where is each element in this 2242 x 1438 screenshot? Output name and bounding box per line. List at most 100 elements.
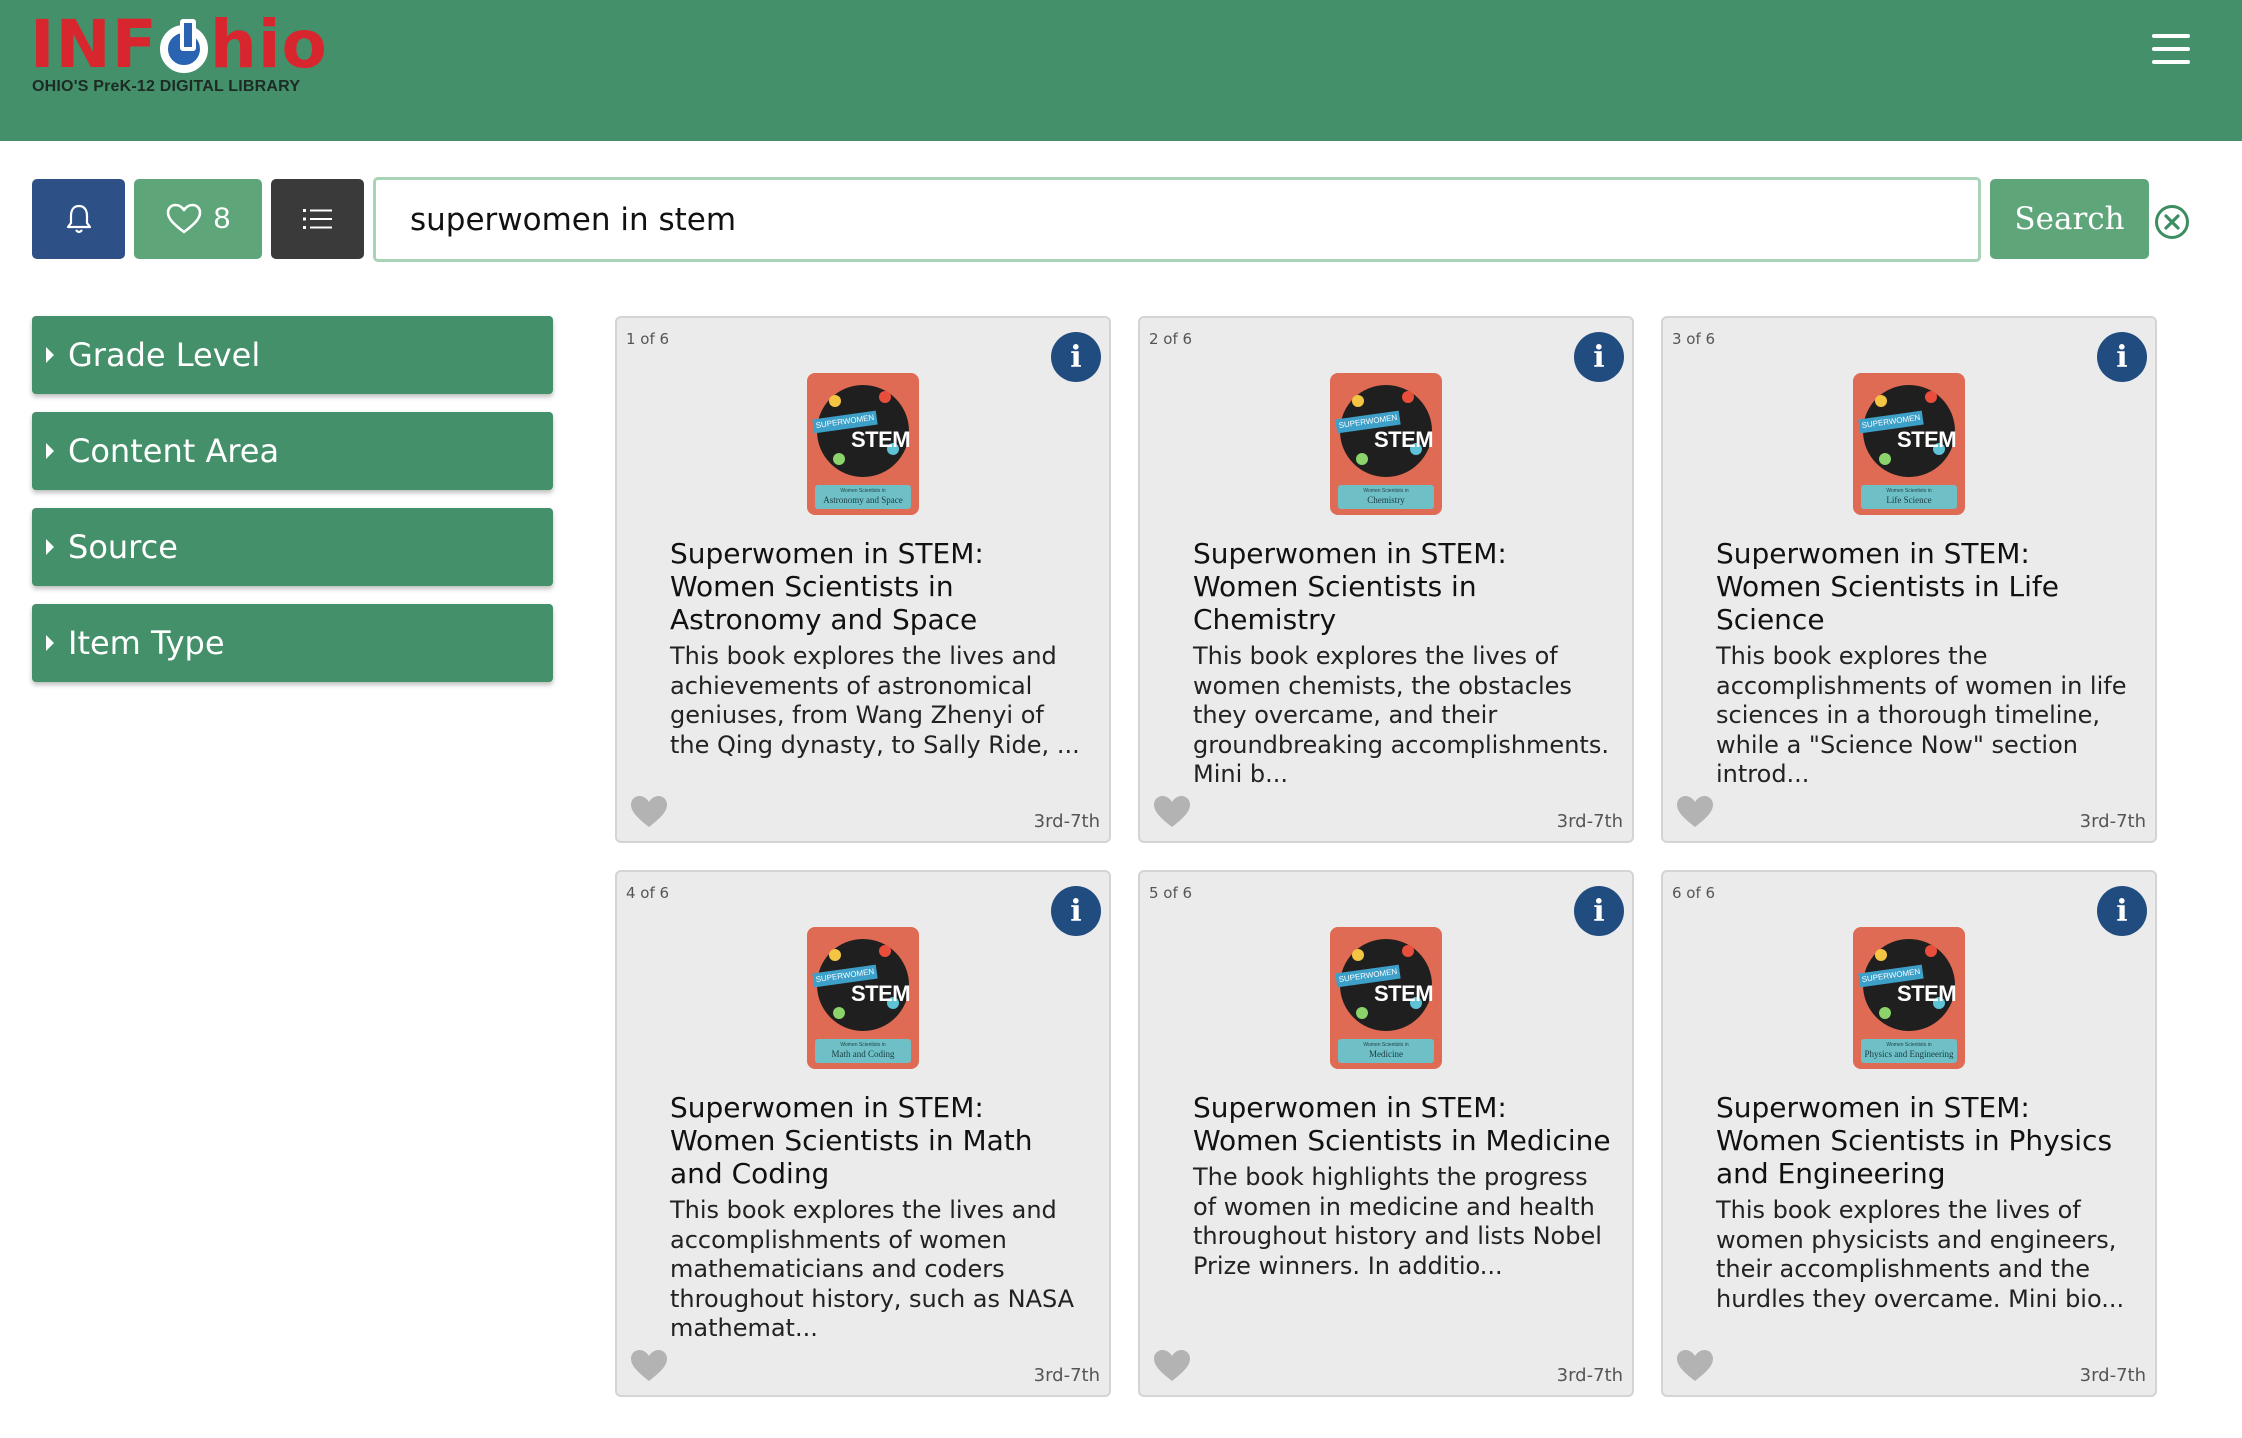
grade-range: 3rd-7th: [1033, 1365, 1100, 1386]
cover-topic: Physics and Engineering: [1864, 1049, 1954, 1059]
bell-icon: [66, 204, 91, 234]
result-description: This book explores the lives and accompl…: [670, 1196, 1075, 1342]
result-card: 4 of 6 i SUPERWOMEN STEM Women Scientist…: [615, 870, 1111, 1397]
favorite-button[interactable]: [1152, 794, 1192, 830]
caret-right-icon: [46, 347, 54, 363]
heart-icon: [631, 1350, 667, 1381]
cover-stem-text: STEM: [851, 981, 911, 1006]
heart-icon: [1677, 796, 1713, 827]
cover-subtitle: Women Scientists in: [1886, 1042, 1932, 1048]
cover-topic: Math and Coding: [831, 1049, 895, 1059]
result-description: This book explores the lives of women ch…: [1193, 642, 1609, 788]
caret-right-icon: [46, 539, 54, 555]
favorite-button[interactable]: [1675, 794, 1715, 830]
result-description: This book explores the lives of women ph…: [1716, 1196, 2125, 1313]
book-cover[interactable]: SUPERWOMEN STEM Women Scientists in Medi…: [1330, 927, 1442, 1069]
favorite-button[interactable]: [1152, 1348, 1192, 1384]
result-position: 2 of 6: [1149, 330, 1193, 348]
cover-topic: Medicine: [1369, 1049, 1403, 1059]
result-description: The book highlights the progress of wome…: [1193, 1163, 1602, 1280]
favorite-button[interactable]: [629, 1348, 669, 1384]
facet-content-area[interactable]: Content Area: [32, 412, 553, 490]
result-title[interactable]: Superwomen in STEM: Women Scientists in …: [670, 537, 1090, 636]
grade-range: 3rd-7th: [1556, 1365, 1623, 1386]
info-icon[interactable]: i: [1574, 886, 1624, 936]
facet-source[interactable]: Source: [32, 508, 553, 586]
heart-icon: [1154, 796, 1190, 827]
facet-item-type[interactable]: Item Type: [32, 604, 553, 682]
infohio-logo[interactable]: INF hio OHIO'S PreK-12 DIGITAL LIBRARY: [30, 6, 330, 96]
logo-tagline: OHIO'S PreK-12 DIGITAL LIBRARY: [32, 78, 301, 95]
book-cover[interactable]: SUPERWOMEN STEM Women Scientists in Phys…: [1853, 927, 1965, 1069]
result-position: 3 of 6: [1672, 330, 1716, 348]
cover-stem-text: STEM: [1897, 427, 1957, 452]
book-cover[interactable]: SUPERWOMEN STEM Women Scientists in Chem…: [1330, 373, 1442, 515]
caret-right-icon: [46, 635, 54, 651]
info-icon[interactable]: i: [2097, 886, 2147, 936]
cover-stem-text: STEM: [851, 427, 911, 452]
grade-range: 3rd-7th: [2079, 1365, 2146, 1386]
site-header: INF hio OHIO'S PreK-12 DIGITAL LIBRARY: [0, 0, 2242, 141]
book-cover[interactable]: SUPERWOMEN STEM Women Scientists in Math…: [807, 927, 919, 1069]
result-position: 1 of 6: [626, 330, 670, 348]
hamburger-icon[interactable]: [2152, 34, 2192, 66]
result-card: 1 of 6 i SUPERWOMEN STEM Women Scientist…: [615, 316, 1111, 843]
cover-subtitle: Women Scientists in: [1363, 488, 1409, 494]
cover-topic: Chemistry: [1367, 495, 1405, 505]
result-title[interactable]: Superwomen in STEM: Women Scientists in …: [1716, 1091, 2136, 1190]
clear-search-button[interactable]: [2154, 204, 2190, 240]
result-title[interactable]: Superwomen in STEM: Women Scientists in …: [1193, 537, 1613, 636]
facet-label: Grade Level: [68, 336, 261, 374]
cover-stem-text: STEM: [1374, 981, 1434, 1006]
result-description: This book explores the accomplishments o…: [1716, 642, 2127, 788]
favorites-button[interactable]: 8: [134, 179, 262, 259]
grade-range: 3rd-7th: [1556, 811, 1623, 832]
heart-outline-icon: [166, 203, 201, 234]
facet-label: Content Area: [68, 432, 280, 470]
cover-subtitle: Women Scientists in: [1886, 488, 1932, 494]
heart-icon: [631, 796, 667, 827]
search-input[interactable]: [373, 177, 1981, 262]
book-cover[interactable]: SUPERWOMEN STEM Women Scientists in Life…: [1853, 373, 1965, 515]
facet-grade-level[interactable]: Grade Level: [32, 316, 553, 394]
favorites-count: 8: [213, 202, 231, 235]
result-card: 2 of 6 i SUPERWOMEN STEM Women Scientist…: [1138, 316, 1634, 843]
favorite-button[interactable]: [1675, 1348, 1715, 1384]
info-icon[interactable]: i: [2097, 332, 2147, 382]
result-position: 6 of 6: [1672, 884, 1716, 902]
heart-icon: [1154, 1350, 1190, 1381]
cover-subtitle: Women Scientists in: [840, 1042, 886, 1048]
cover-topic: Life Science: [1886, 495, 1932, 505]
power-icon: [159, 19, 208, 73]
cover-subtitle: Women Scientists in: [840, 488, 886, 494]
info-icon[interactable]: i: [1051, 332, 1101, 382]
cover-subtitle: Women Scientists in: [1363, 1042, 1409, 1048]
result-title[interactable]: Superwomen in STEM: Women Scientists in …: [1716, 537, 2136, 636]
info-icon[interactable]: i: [1051, 886, 1101, 936]
result-title[interactable]: Superwomen in STEM: Women Scientists in …: [670, 1091, 1090, 1190]
result-description: This book explores the lives and achieve…: [670, 642, 1080, 759]
logo-wordmark: INF hio: [30, 6, 328, 83]
cover-topic: Astronomy and Space: [823, 495, 903, 505]
heart-icon: [1677, 1350, 1713, 1381]
result-card: 3 of 6 i SUPERWOMEN STEM Women Scientist…: [1661, 316, 2157, 843]
result-card: 6 of 6 i SUPERWOMEN STEM Women Scientist…: [1661, 870, 2157, 1397]
info-icon[interactable]: i: [1574, 332, 1624, 382]
notifications-button[interactable]: [32, 179, 125, 259]
book-cover[interactable]: SUPERWOMEN STEM Women Scientists in Astr…: [807, 373, 919, 515]
facet-label: Item Type: [68, 624, 225, 662]
caret-right-icon: [46, 443, 54, 459]
favorite-button[interactable]: [629, 794, 669, 830]
circle-x-icon: [2155, 205, 2189, 239]
result-card: 5 of 6 i SUPERWOMEN STEM Women Scientist…: [1138, 870, 1634, 1397]
search-button[interactable]: Search: [1990, 179, 2149, 259]
cover-stem-text: STEM: [1897, 981, 1957, 1006]
result-position: 5 of 6: [1149, 884, 1193, 902]
grade-range: 3rd-7th: [1033, 811, 1100, 832]
result-title[interactable]: Superwomen in STEM: Women Scientists in …: [1193, 1091, 1613, 1157]
list-view-button[interactable]: [271, 179, 364, 259]
result-position: 4 of 6: [626, 884, 670, 902]
list-icon: [302, 209, 332, 229]
facet-label: Source: [68, 528, 178, 566]
cover-stem-text: STEM: [1374, 427, 1434, 452]
